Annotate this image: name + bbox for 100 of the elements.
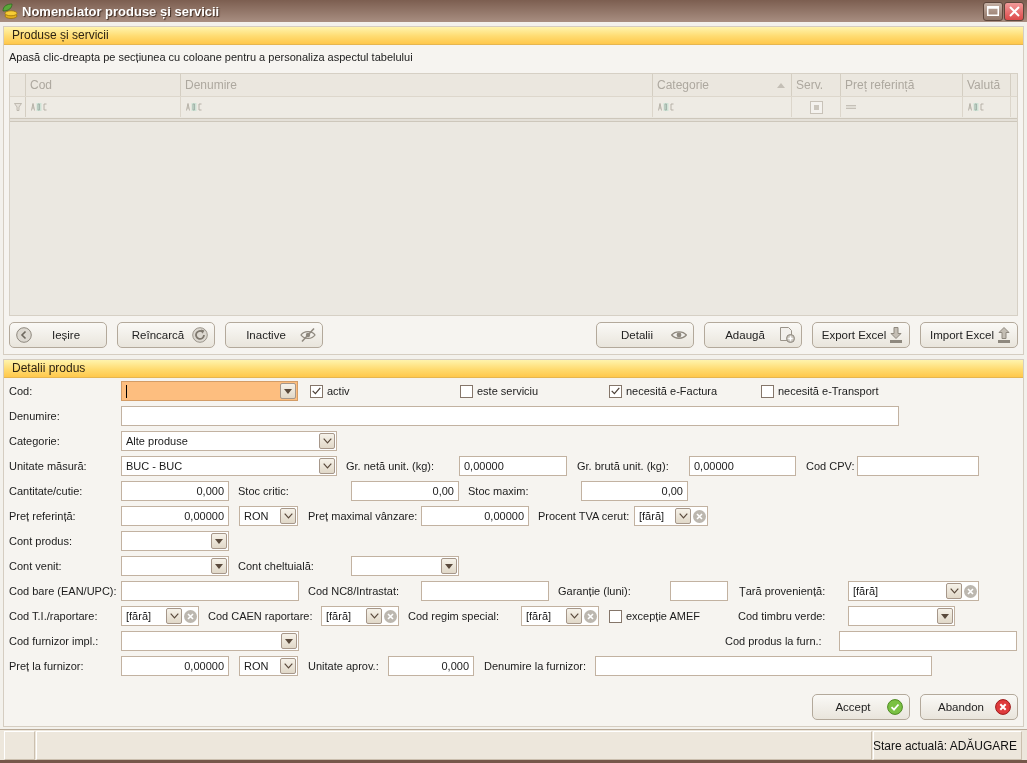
- input-field[interactable]: 0,00: [351, 481, 459, 501]
- dropdown-field[interactable]: [fără]: [121, 606, 199, 626]
- eye-slash-icon: [300, 328, 316, 342]
- dropdown-field[interactable]: RON: [239, 506, 298, 526]
- caret-down-icon: [284, 388, 292, 394]
- input-field[interactable]: [839, 631, 1017, 651]
- field-label: Garanție (luni):: [558, 585, 631, 597]
- download-icon: [889, 327, 903, 343]
- close-button[interactable]: [1004, 1, 1024, 21]
- input-field[interactable]: 0,00000: [421, 506, 529, 526]
- dropdown-button[interactable]: [280, 658, 296, 674]
- dropdown-field[interactable]: [fără]: [848, 581, 979, 601]
- field-label: Stoc maxim:: [468, 485, 529, 497]
- dropdown-field[interactable]: [fără]: [521, 606, 599, 626]
- field-label: Cont venit:: [9, 560, 62, 572]
- dropdown-field[interactable]: Alte produse: [121, 431, 337, 451]
- dropdown-button[interactable]: [280, 508, 296, 524]
- field-label: Stoc critic:: [238, 485, 289, 497]
- combo-field[interactable]: [121, 556, 229, 576]
- input-field[interactable]: 0,000: [121, 481, 229, 501]
- caret-down-icon: [215, 563, 223, 569]
- dropdown-button[interactable]: [566, 608, 582, 624]
- input-field[interactable]: 0,00000: [121, 656, 229, 676]
- sort-arrow-icon: [777, 82, 785, 88]
- checkbox[interactable]: [609, 384, 622, 398]
- check-icon: [887, 699, 903, 715]
- input-field[interactable]: 0,00000: [121, 506, 229, 526]
- dropdown-button[interactable]: [937, 608, 953, 624]
- chevron-down-icon: [949, 588, 959, 594]
- field-label: Cod timbru verde:: [738, 610, 826, 622]
- chevron-down-icon: [678, 513, 688, 519]
- checkbox[interactable]: [609, 609, 622, 623]
- dropdown-button[interactable]: [441, 558, 457, 574]
- field-label: Cantitate/cutie:: [9, 485, 83, 497]
- input-field[interactable]: [670, 581, 728, 601]
- input-field[interactable]: [121, 581, 299, 601]
- input-field[interactable]: [121, 406, 899, 426]
- dropdown-button[interactable]: [366, 608, 382, 624]
- panel-title: Produse și servicii: [4, 27, 1023, 45]
- checkbox[interactable]: [761, 384, 774, 398]
- chevron-down-icon: [322, 463, 332, 469]
- checkbox-label[interactable]: necesită e-Transport: [778, 385, 879, 397]
- field-label: Gr. brută unit. (kg):: [577, 460, 669, 472]
- window-title: Nomenclator produse și servicii: [22, 3, 220, 19]
- add-button[interactable]: Adaugă: [704, 322, 802, 348]
- combo-field[interactable]: [121, 631, 299, 651]
- field-label: Categorie:: [9, 435, 60, 447]
- field-label: Cod T.I./raportare:: [9, 610, 98, 622]
- field-label: Cod CAEN raportare:: [208, 610, 313, 622]
- maximize-button[interactable]: [983, 1, 1003, 21]
- import-button[interactable]: Import Excel: [920, 322, 1018, 348]
- checkbox[interactable]: [310, 384, 323, 398]
- dropdown-button[interactable]: [211, 558, 227, 574]
- checkbox[interactable]: [460, 384, 473, 398]
- accept-button[interactable]: Accept: [812, 694, 910, 720]
- combo-field[interactable]: [848, 606, 955, 626]
- chevron-down-icon: [322, 438, 332, 444]
- dropdown-button[interactable]: [211, 533, 227, 549]
- combo-field[interactable]: [121, 381, 298, 401]
- field-label: Cod:: [9, 385, 33, 397]
- text-filter-icon: [186, 103, 202, 111]
- dropdown-field[interactable]: BUC - BUC: [121, 456, 337, 476]
- dropdown-field[interactable]: [fără]: [634, 506, 708, 526]
- abandon-button[interactable]: Abandon: [920, 694, 1018, 720]
- dropdown-button[interactable]: [946, 583, 962, 599]
- field-label: Cont cheltuială:: [238, 560, 314, 572]
- input-field[interactable]: [595, 656, 932, 676]
- field-label: Unitate măsură:: [9, 460, 87, 472]
- app-icon: [2, 3, 18, 19]
- combo-field[interactable]: [121, 531, 229, 551]
- reload-button[interactable]: Reîncarcă: [117, 322, 215, 348]
- dropdown-button[interactable]: [280, 383, 296, 399]
- caret-down-icon: [941, 613, 949, 619]
- input-field[interactable]: 0,00: [581, 481, 688, 501]
- exit-button[interactable]: Ieșire: [9, 322, 107, 348]
- text-filter-icon: [968, 103, 984, 111]
- input-field[interactable]: [421, 581, 549, 601]
- caret-down-icon: [445, 563, 453, 569]
- checkbox-label[interactable]: este serviciu: [477, 385, 539, 397]
- combo-field[interactable]: [351, 556, 459, 576]
- dropdown-field[interactable]: [fără]: [321, 606, 399, 626]
- input-field[interactable]: [857, 456, 979, 476]
- dropdown-field[interactable]: RON: [239, 656, 298, 676]
- field-label: Unitate aprov.:: [308, 660, 379, 672]
- input-field[interactable]: 0,00000: [459, 456, 567, 476]
- dropdown-button[interactable]: [281, 633, 297, 649]
- dropdown-button[interactable]: [319, 433, 335, 449]
- input-field[interactable]: 0,000: [388, 656, 474, 676]
- dropdown-button[interactable]: [319, 458, 335, 474]
- input-field[interactable]: 0,00000: [689, 456, 796, 476]
- checkbox-label[interactable]: necesită e-Factura: [626, 385, 718, 397]
- maximize-icon: [987, 6, 999, 16]
- panel-title: Detalii produs: [4, 360, 1023, 378]
- dropdown-button[interactable]: [166, 608, 182, 624]
- checkbox-label[interactable]: excepție AMEF: [626, 610, 700, 622]
- export-button[interactable]: Export Excel: [812, 322, 910, 348]
- details-button[interactable]: Detalii: [596, 322, 694, 348]
- checkbox-label[interactable]: activ: [327, 385, 350, 397]
- text-filter-icon: [658, 103, 674, 111]
- dropdown-button[interactable]: [675, 508, 691, 524]
